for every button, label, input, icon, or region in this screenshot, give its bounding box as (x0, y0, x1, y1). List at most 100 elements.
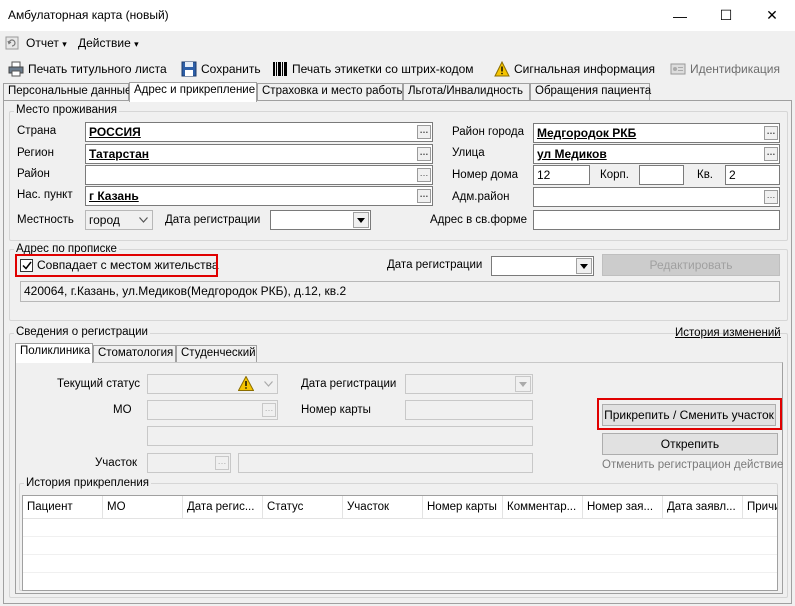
section-field[interactable]: … (147, 453, 231, 473)
country-field[interactable]: РОССИЯ… (85, 122, 433, 142)
maximize-button[interactable]: ☐ (703, 0, 749, 31)
adm-district-field[interactable]: … (533, 187, 780, 207)
menu-report[interactable]: Отчет ▾ (26, 36, 67, 50)
floppy-disk-icon (181, 61, 197, 77)
chevron-down-icon[interactable] (576, 258, 592, 274)
country-label: Страна (17, 125, 57, 137)
header-divider (23, 518, 777, 519)
ellipsis-icon[interactable]: … (764, 147, 778, 161)
chevron-down-icon[interactable] (353, 212, 369, 228)
region-field[interactable]: Татарстан… (85, 144, 433, 164)
id-card-icon (670, 61, 686, 77)
tab-benefits-disability[interactable]: Льгота/Инвалидность (403, 83, 530, 101)
reg-date-field[interactable] (270, 210, 371, 230)
column-header[interactable]: Комментар... (503, 496, 583, 518)
row-divider (23, 554, 777, 555)
history-link[interactable]: История изменений (675, 327, 781, 339)
attachment-history-table[interactable]: Пациент МО Дата регис... Статус Участок … (22, 495, 778, 591)
column-header[interactable]: Дата заявл... (663, 496, 743, 518)
detach-button[interactable]: Открепить (602, 433, 778, 455)
ellipsis-icon[interactable]: … (764, 126, 778, 140)
column-header[interactable]: Номер зая... (583, 496, 663, 518)
column-header[interactable]: Дата регис... (183, 496, 263, 518)
ellipsis-icon[interactable]: … (417, 168, 431, 182)
locality-combo[interactable]: город (85, 210, 153, 230)
subtab-student[interactable]: Студенческий (176, 345, 257, 363)
chevron-down-icon: ▾ (134, 39, 139, 49)
house-field[interactable]: 12 (533, 165, 590, 185)
free-address-field[interactable] (533, 210, 780, 230)
free-address-label: Адрес в св.форме (430, 214, 528, 226)
status-label: Текущий статус (57, 378, 140, 390)
city-district-field[interactable]: Медгородок РКБ… (533, 123, 780, 143)
full-address-field: 420064, г.Казань, ул.Медиков(Медгородок … (20, 281, 780, 302)
chevron-down-icon: ▾ (62, 39, 67, 49)
street-field[interactable]: ул Медиков… (533, 144, 780, 164)
title-bar: Амбулаторная карта (новый) — ☐ ✕ (0, 0, 795, 31)
main-tabs: Персональные данные Адрес и прикрепление… (0, 82, 795, 102)
tab-insurance-work[interactable]: Страховка и место работы (257, 83, 405, 101)
ellipsis-icon[interactable]: … (215, 456, 229, 470)
reg-address-date-label: Дата регистрации (387, 259, 483, 271)
status-reg-date-label: Дата регистрации (301, 378, 397, 390)
chevron-down-icon[interactable] (135, 212, 151, 228)
chevron-down-icon[interactable] (515, 376, 531, 392)
mo-field[interactable]: … (147, 400, 278, 420)
tab-patient-visits[interactable]: Обращения пациента (530, 83, 651, 101)
save-button[interactable]: Сохранить (181, 61, 261, 77)
locality-label: Местность (17, 214, 74, 226)
minimize-button[interactable]: — (657, 0, 703, 31)
status-combo[interactable] (147, 374, 278, 394)
status-reg-date-field[interactable] (405, 374, 533, 394)
reg-date-label: Дата регистрации (165, 214, 261, 226)
card-number-label: Номер карты (301, 404, 371, 416)
column-header[interactable]: МО (103, 496, 183, 518)
building-field[interactable] (639, 165, 684, 185)
toolbar: Печать титульного листа Сохранить Печать… (0, 56, 795, 82)
attachment-history-legend: История прикрепления (24, 477, 151, 489)
close-button[interactable]: ✕ (749, 0, 795, 31)
cancel-registration-link[interactable]: Отменить регистрацион действие (602, 459, 783, 471)
refresh-icon[interactable] (5, 36, 19, 50)
column-header[interactable]: Номер карты (423, 496, 503, 518)
settlement-field[interactable]: г Казань… (85, 186, 433, 206)
window-title: Амбулаторная карта (новый) (8, 8, 169, 22)
ellipsis-icon[interactable]: … (417, 189, 431, 203)
menu-action[interactable]: Действие ▾ (78, 36, 139, 50)
tab-personal-data[interactable]: Персональные данные (3, 83, 131, 101)
ellipsis-icon[interactable]: … (417, 147, 431, 161)
section-name-field (238, 453, 533, 473)
mo-label: МО (113, 404, 132, 416)
reg-address-date-field[interactable] (491, 256, 594, 276)
column-header[interactable]: Пациент (23, 496, 103, 518)
warning-icon (237, 375, 255, 393)
highlight-checkbox (15, 254, 218, 277)
chevron-down-icon[interactable] (260, 376, 276, 392)
district-field[interactable]: … (85, 165, 433, 185)
identification-button[interactable]: Идентификация (670, 61, 780, 77)
card-number-field[interactable] (405, 400, 533, 420)
apartment-field[interactable]: 2 (725, 165, 780, 185)
ellipsis-icon[interactable]: … (764, 190, 778, 204)
warning-icon (494, 60, 510, 77)
district-label: Район (17, 168, 50, 180)
street-label: Улица (452, 147, 485, 159)
residence-legend: Место проживания (14, 104, 119, 116)
barcode-icon (272, 61, 288, 77)
signal-info-button[interactable]: Сигнальная информация (494, 60, 655, 77)
subtab-polyclinic[interactable]: Поликлиника (15, 343, 93, 363)
column-header[interactable]: Участок (343, 496, 423, 518)
ellipsis-icon[interactable]: … (417, 125, 431, 139)
subtab-dentistry[interactable]: Стоматология (93, 345, 176, 363)
section-label: Участок (95, 457, 138, 469)
print-title-button[interactable]: Печать титульного листа (8, 61, 167, 77)
highlight-attach-button (597, 398, 782, 430)
city-district-label: Район города (452, 126, 525, 138)
column-header[interactable]: Статус (263, 496, 343, 518)
tab-address-attachment[interactable]: Адрес и прикрепление (129, 82, 257, 102)
edit-button[interactable]: Редактировать (602, 254, 780, 276)
column-header[interactable]: Причи (743, 496, 777, 518)
print-barcode-button[interactable]: Печать этикетки со штрих-кодом (272, 61, 474, 77)
ellipsis-icon[interactable]: … (262, 403, 276, 417)
row-divider (23, 536, 777, 537)
